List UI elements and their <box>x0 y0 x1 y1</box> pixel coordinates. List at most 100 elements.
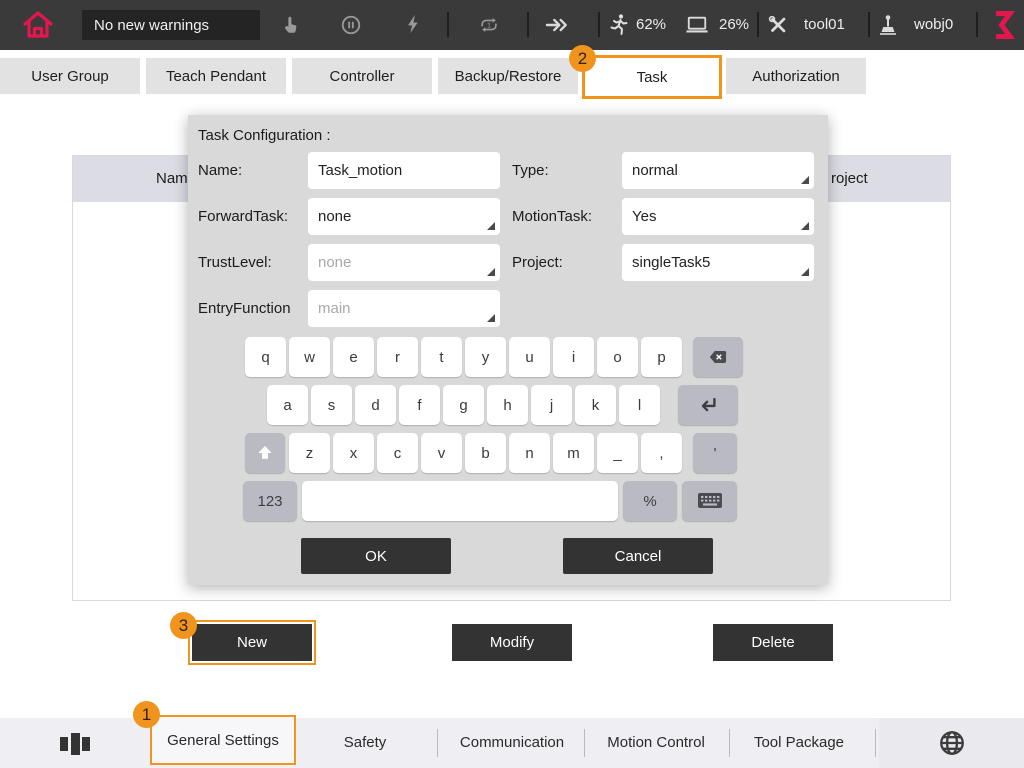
keyboard-row-3: z x c v b n m _ , <box>289 433 682 473</box>
key-o[interactable]: o <box>597 337 638 377</box>
top-status-bar: No new warnings 1 <box>0 0 1024 50</box>
key-underscore[interactable]: _ <box>597 433 638 473</box>
key-g[interactable]: g <box>443 385 484 425</box>
dropdown-corner-icon <box>801 176 809 184</box>
controller-load-icon[interactable] <box>684 14 710 36</box>
manual-mode-hand-icon[interactable] <box>279 14 301 36</box>
trustlevel-label: TrustLevel: <box>198 244 272 281</box>
step-forward-icon[interactable] <box>543 14 571 36</box>
enter-key[interactable] <box>678 385 738 425</box>
ok-button[interactable]: OK <box>301 538 451 574</box>
key-h[interactable]: h <box>487 385 528 425</box>
space-key[interactable] <box>302 481 618 521</box>
key-p[interactable]: p <box>641 337 682 377</box>
project-dropdown[interactable]: singleTask5 <box>622 244 814 281</box>
key-w[interactable]: w <box>289 337 330 377</box>
repeat-once-icon[interactable]: 1 <box>477 14 501 36</box>
numeric-layout-key[interactable]: 123 <box>243 481 297 521</box>
key-k[interactable]: k <box>575 385 616 425</box>
new-button[interactable]: New <box>192 624 312 661</box>
svg-text:1: 1 <box>487 20 491 29</box>
entryfunction-value: main <box>318 300 351 317</box>
warning-message-box[interactable]: No new warnings <box>82 10 260 40</box>
trustlevel-dropdown[interactable]: none <box>308 244 500 281</box>
tab-user-group[interactable]: User Group <box>0 58 140 94</box>
key-s[interactable]: s <box>311 385 352 425</box>
warning-text: No new warnings <box>94 17 209 34</box>
key-x[interactable]: x <box>333 433 374 473</box>
tab-label: User Group <box>31 68 109 85</box>
percent-key[interactable]: % <box>623 481 677 521</box>
tab-task[interactable]: Task <box>582 55 722 99</box>
shift-icon <box>255 443 275 463</box>
motiontask-dropdown[interactable]: Yes <box>622 198 814 235</box>
tool-wrench-icon[interactable] <box>767 14 789 36</box>
step-badge-2: 2 <box>569 45 596 72</box>
power-lightning-icon[interactable] <box>403 13 425 35</box>
cancel-button[interactable]: Cancel <box>563 538 713 574</box>
nav-tool-package[interactable]: Tool Package <box>754 718 844 768</box>
hide-keyboard-key[interactable] <box>682 481 737 521</box>
key-v[interactable]: v <box>421 433 462 473</box>
quote-key[interactable]: ' <box>693 433 737 473</box>
nav-safety[interactable]: Safety <box>344 718 387 768</box>
type-dropdown[interactable]: normal <box>622 152 814 189</box>
home-icon[interactable] <box>20 7 56 43</box>
dropdown-corner-icon <box>487 222 495 230</box>
key-z[interactable]: z <box>289 433 330 473</box>
column-header-name: Nam <box>156 156 188 202</box>
key-e[interactable]: e <box>333 337 374 377</box>
bottombar-divider <box>729 729 730 757</box>
type-value: normal <box>632 162 678 179</box>
project-value: singleTask5 <box>632 254 710 271</box>
dropdown-corner-icon <box>487 268 495 276</box>
key-m[interactable]: m <box>553 433 594 473</box>
motiontask-value: Yes <box>632 208 656 225</box>
tab-teach-pendant[interactable]: Teach Pendant <box>146 58 286 94</box>
name-value: Task_motion <box>318 162 402 179</box>
current-tool[interactable]: tool01 <box>804 0 845 50</box>
nav-communication[interactable]: Communication <box>460 718 564 768</box>
key-j[interactable]: j <box>531 385 572 425</box>
key-b[interactable]: b <box>465 433 506 473</box>
backspace-key[interactable] <box>693 337 743 377</box>
shift-key[interactable] <box>245 433 285 473</box>
key-a[interactable]: a <box>267 385 308 425</box>
trustlevel-value: none <box>318 254 351 271</box>
key-n[interactable]: n <box>509 433 550 473</box>
nav-general-settings[interactable]: General Settings <box>150 715 296 765</box>
key-l[interactable]: l <box>619 385 660 425</box>
workobject-joystick-icon[interactable] <box>876 12 900 37</box>
delete-button[interactable]: Delete <box>713 624 833 661</box>
key-d[interactable]: d <box>355 385 396 425</box>
key-y[interactable]: y <box>465 337 506 377</box>
nav-motion-control[interactable]: Motion Control <box>607 718 705 768</box>
tab-label: Teach Pendant <box>166 68 266 85</box>
forwardtask-label: ForwardTask: <box>198 198 288 235</box>
key-q[interactable]: q <box>245 337 286 377</box>
key-r[interactable]: r <box>377 337 418 377</box>
modify-button[interactable]: Modify <box>452 624 572 661</box>
key-u[interactable]: u <box>509 337 550 377</box>
pause-icon[interactable] <box>340 14 362 36</box>
entryfunction-dropdown[interactable]: main <box>308 290 500 327</box>
language-switch[interactable] <box>879 718 1024 768</box>
key-f[interactable]: f <box>399 385 440 425</box>
current-wobj[interactable]: wobj0 <box>914 0 953 50</box>
type-label: Type: <box>512 152 549 189</box>
tab-label: Controller <box>329 68 394 85</box>
tab-authorization[interactable]: Authorization <box>726 58 866 94</box>
speed-runner-icon[interactable] <box>607 12 631 37</box>
key-c[interactable]: c <box>377 433 418 473</box>
key-i[interactable]: i <box>553 337 594 377</box>
tab-backup-restore[interactable]: Backup/Restore <box>438 58 578 94</box>
tab-label: Authorization <box>752 68 840 85</box>
name-input[interactable]: Task_motion <box>308 152 500 189</box>
tab-controller[interactable]: Controller <box>292 58 432 94</box>
sidebar-toggle-icon[interactable] <box>58 731 92 757</box>
forwardtask-value: none <box>318 208 351 225</box>
forwardtask-dropdown[interactable]: none <box>308 198 500 235</box>
bottombar-divider <box>875 729 876 757</box>
key-comma[interactable]: , <box>641 433 682 473</box>
key-t[interactable]: t <box>421 337 462 377</box>
